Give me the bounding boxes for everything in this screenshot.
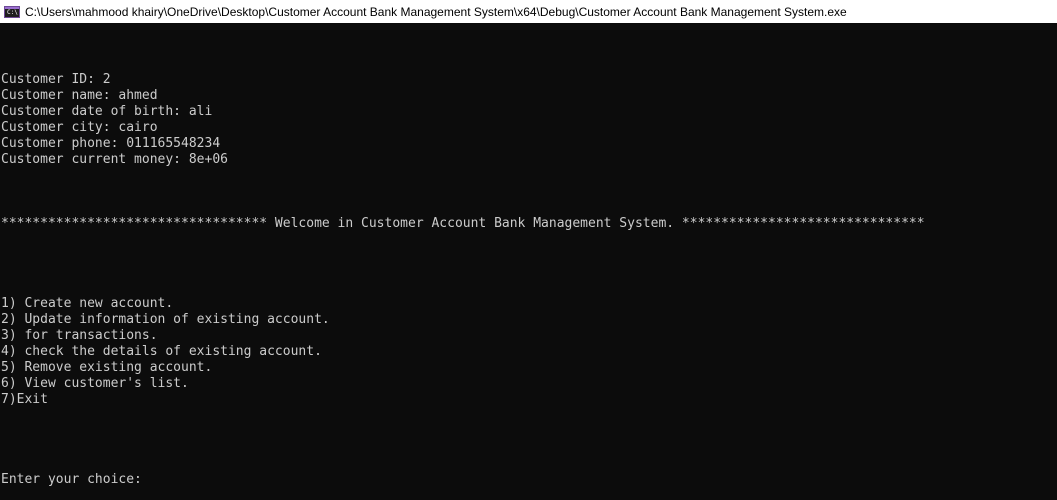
console-app-icon: C:\: [4, 5, 20, 18]
menu-item-details: 4) check the details of existing account…: [1, 344, 322, 359]
customer-phone-line: Customer phone: 011165548234: [1, 136, 221, 151]
menu-item-list: 6) View customer's list.: [1, 376, 189, 391]
console-window: C:\ C:\Users\mahmood khairy\OneDrive\Des…: [0, 0, 1057, 500]
menu-item-remove: 5) Remove existing account.: [1, 360, 213, 375]
menu-item-create: 1) Create new account.: [1, 296, 174, 311]
menu-item-update: 2) Update information of existing accoun…: [1, 312, 330, 327]
choice-prompt[interactable]: Enter your choice:: [1, 472, 142, 488]
customer-id-line: Customer ID: 2: [1, 72, 111, 87]
customer-name-line: Customer name: ahmed: [1, 88, 158, 103]
window-title: C:\Users\mahmood khairy\OneDrive\Desktop…: [25, 4, 847, 19]
title-bar[interactable]: C:\ C:\Users\mahmood khairy\OneDrive\Des…: [0, 0, 1057, 23]
console-output[interactable]: Customer ID: 2 Customer name: ahmed Cust…: [0, 23, 1057, 500]
customer-city-line: Customer city: cairo: [1, 120, 158, 135]
menu-item-transactions: 3) for transactions.: [1, 328, 158, 343]
welcome-banner: ********************************** Welco…: [1, 216, 925, 231]
menu-item-exit: 7)Exit: [1, 392, 48, 407]
customer-dob-line: Customer date of birth: ali: [1, 104, 213, 119]
customer-money-line: Customer current money: 8e+06: [1, 152, 228, 167]
